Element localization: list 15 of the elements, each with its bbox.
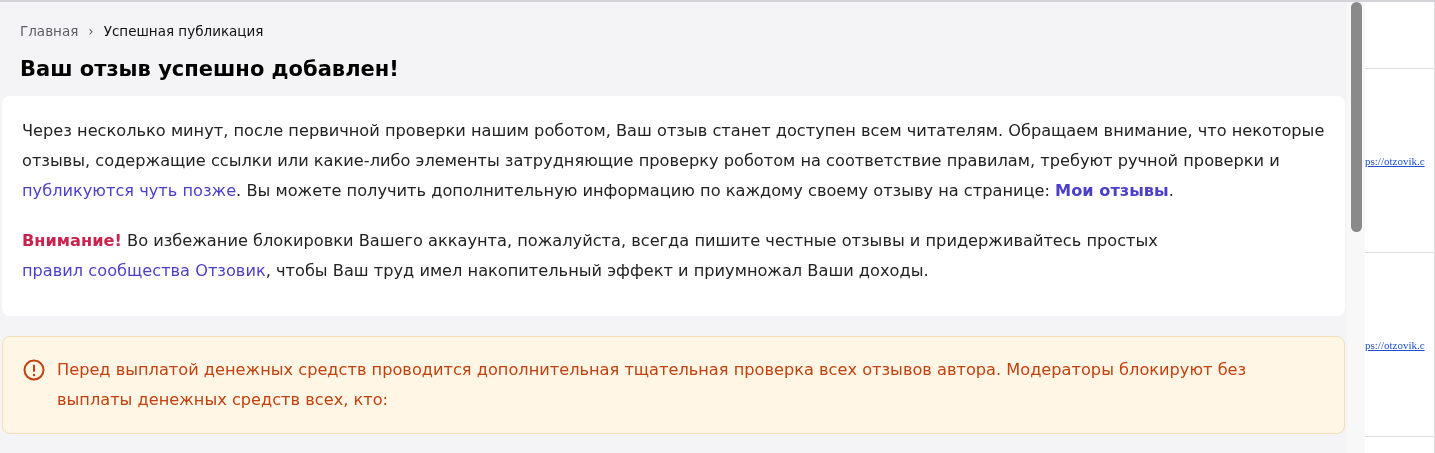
warning-label: Внимание! — [22, 231, 122, 250]
link[interactable]: публикуются чуть позже — [22, 181, 237, 200]
paragraph: Через несколько минут, после первичной проверки нашим роботом, Ваш отзыв станет доступен всем читателям. Обращаем внимание, что некоторые отзывы, содержащие ссылки или какие-либо элементы затрудняющие проверку роботом на соответствие правилам, требуют ручной проверки и публикуются чуть позже. Вы можете получить дополнительную информацию по каждому своему отзыву на странице: Мои отзывы. — [22, 120, 1325, 202]
warning-icon — [23, 359, 45, 381]
url-link[interactable]: ps://otzovik.c — [1365, 338, 1425, 351]
breadcrumb-current: Успешная публикация — [103, 23, 264, 39]
breadcrumb-separator: › — [88, 23, 94, 39]
url-link[interactable]: ps://otzovik.c — [1365, 154, 1425, 167]
alert-text: Перед выплатой денежных средств проводится дополнительная тщательная проверка всех отзывов автора. Модераторы блокируют без выплаты денежных средств всех, кто: — [57, 359, 1248, 411]
page-title: Ваш отзыв успешно добавлен! — [20, 57, 400, 81]
link[interactable]: Мои отзывы — [1055, 181, 1169, 200]
breadcrumb-link[interactable]: Главная — [20, 23, 79, 39]
paragraph: Внимание! Во избежание блокировки Вашего аккаунта, пожалуйста, всегда пишите честные отзывы и придерживайтесь простых правил сообщества Отзовик, чтобы Ваш труд имел накопительный эффект и приумножал Ваши доходы. — [22, 230, 1159, 282]
scrollbar-thumb[interactable] — [1350, 2, 1362, 232]
link[interactable]: правил сообщества Отзовик — [22, 261, 266, 280]
